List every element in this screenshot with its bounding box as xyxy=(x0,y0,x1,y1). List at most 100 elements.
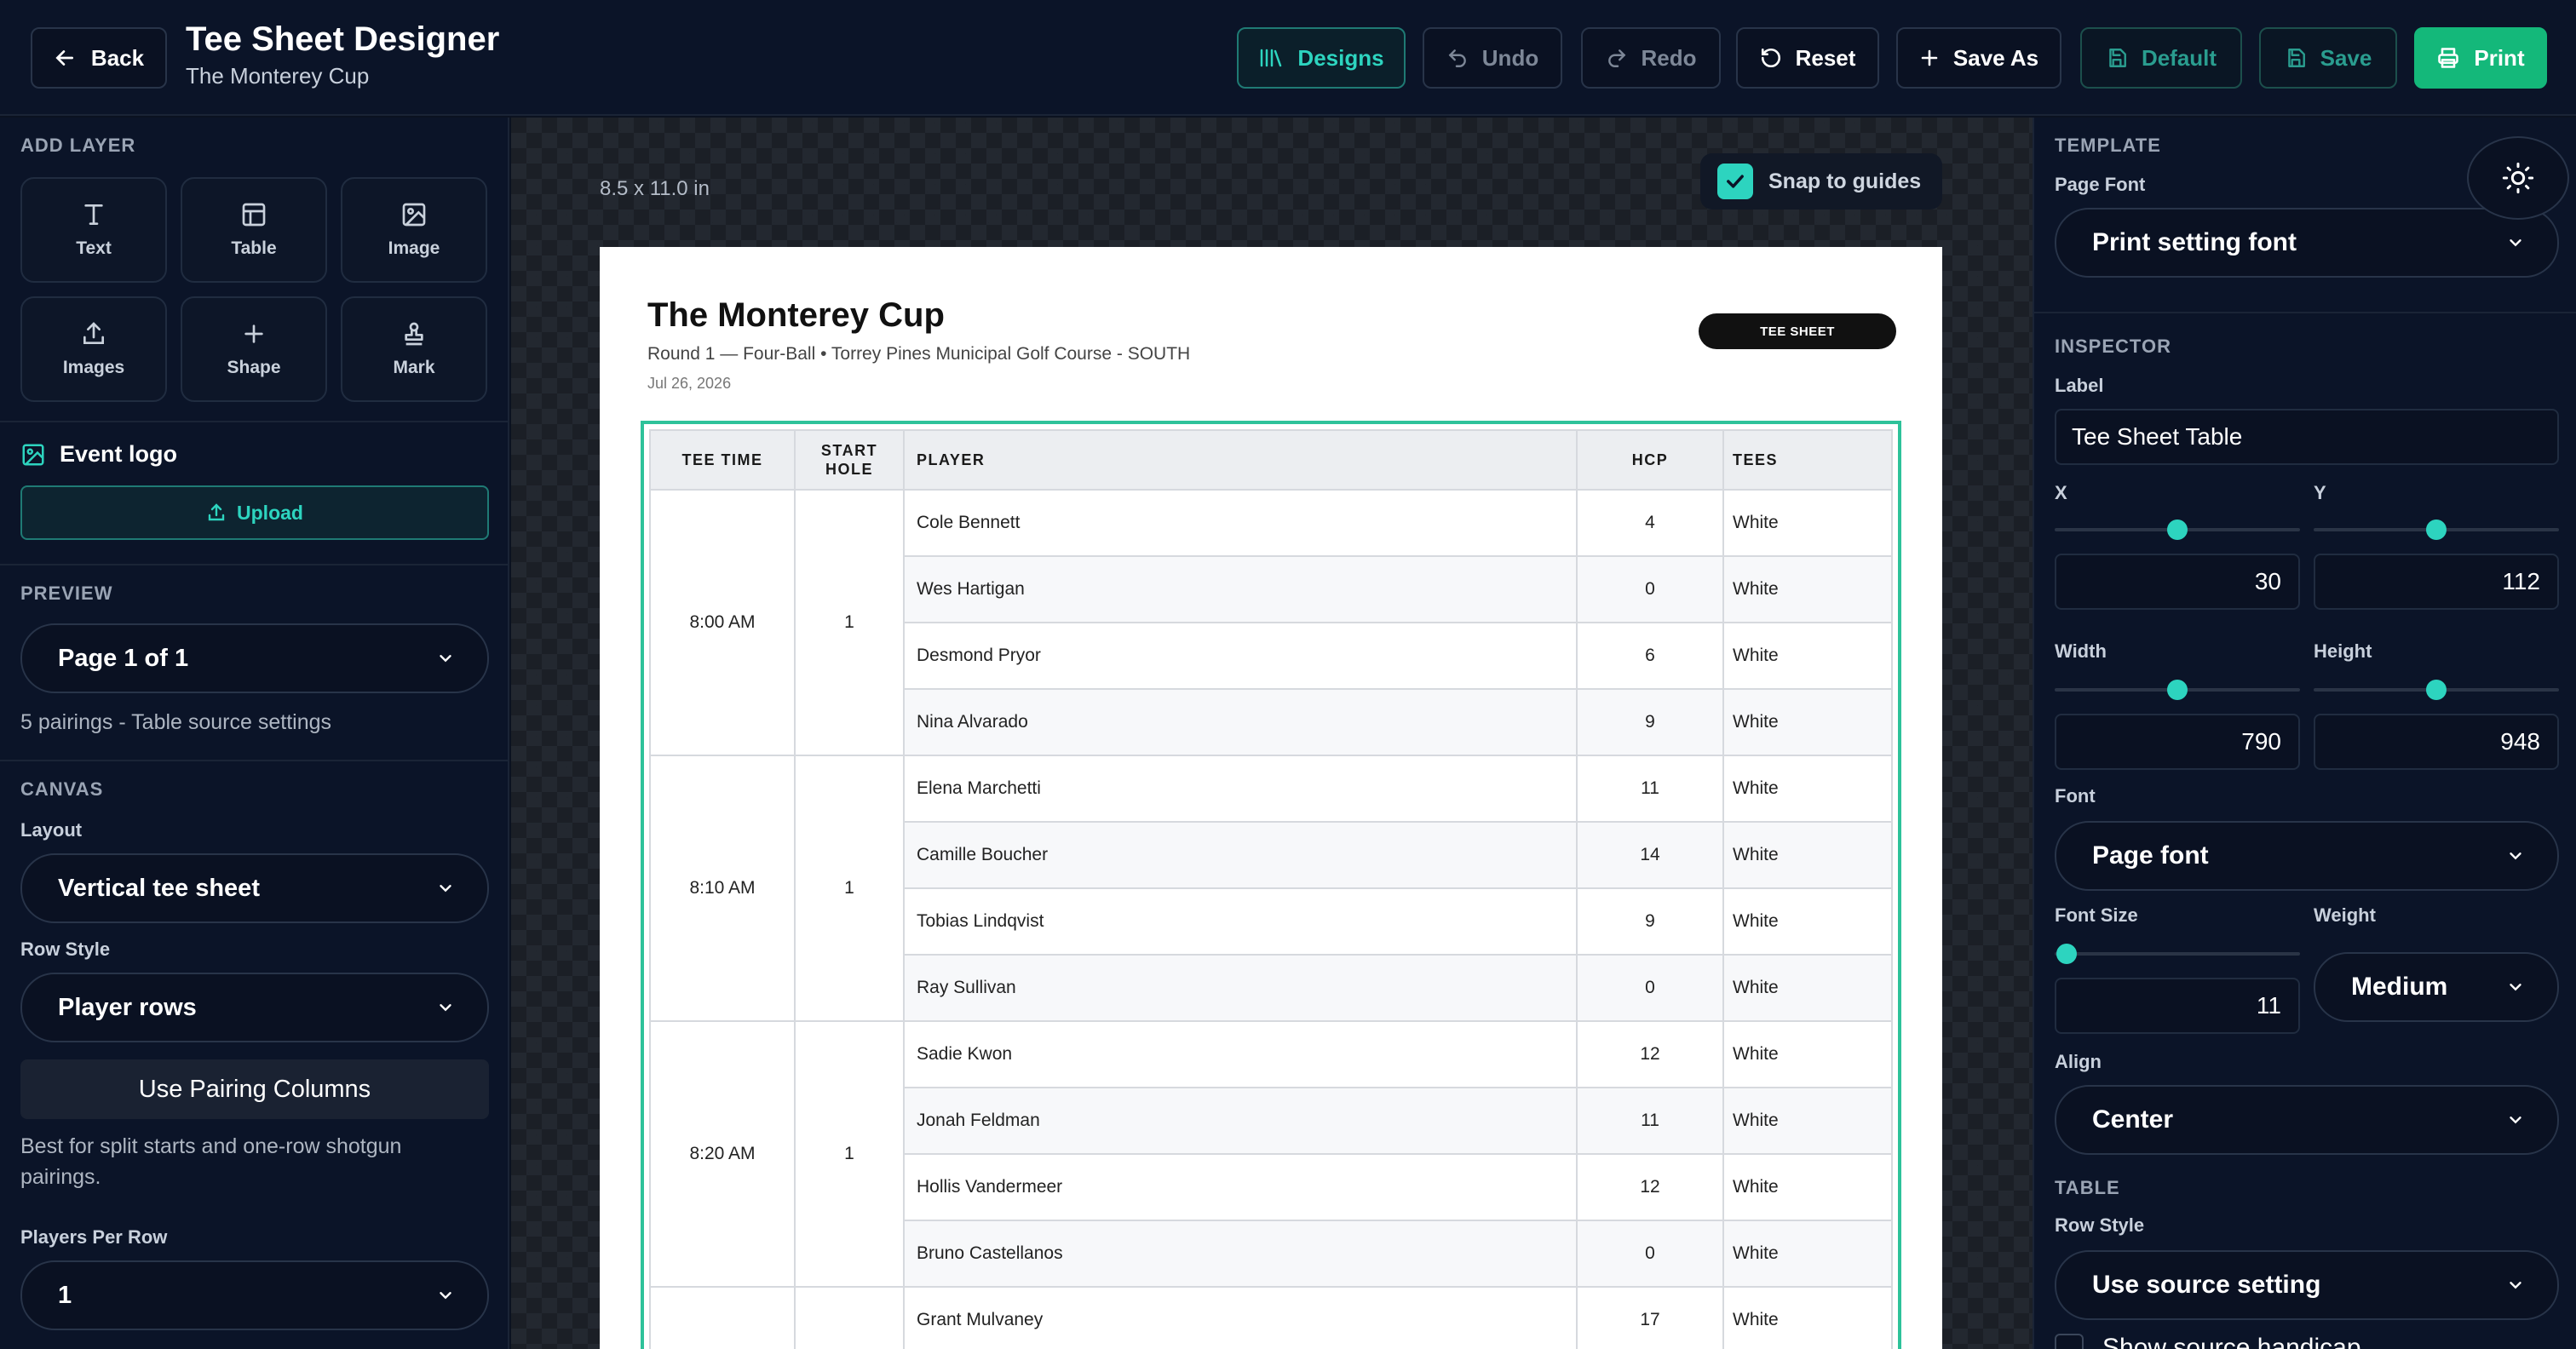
width-input[interactable]: 790 xyxy=(2055,714,2300,770)
hcp-cell: 11 xyxy=(1576,755,1724,823)
slider-thumb[interactable] xyxy=(2426,520,2447,540)
back-label: Back xyxy=(90,44,145,71)
back-button[interactable]: Back xyxy=(31,27,167,89)
upload-button[interactable]: Upload xyxy=(20,485,489,540)
show-source-handicap-toggle[interactable]: Show source handicap xyxy=(2055,1334,2361,1349)
slider-thumb[interactable] xyxy=(2426,680,2447,700)
design-canvas[interactable]: 8.5 x 11.0 in Snap to guides The Montere… xyxy=(511,118,2033,1349)
height-slider[interactable] xyxy=(2314,680,2559,700)
reset-label: Reset xyxy=(1795,44,1856,71)
app-title: Tee Sheet Designer xyxy=(186,20,500,58)
row-style-select[interactable]: Player rows xyxy=(20,973,489,1042)
table-row-style-select[interactable]: Use source setting xyxy=(2055,1250,2559,1320)
font-size-input[interactable]: 11 xyxy=(2055,978,2300,1034)
preview-helper-text: 5 pairings - Table source settings xyxy=(20,710,332,734)
tee-sheet-table-selected[interactable]: TEE TIME START HOLE PLAYER HCP TEES 8:00… xyxy=(641,421,1901,1349)
player-cell: Hollis Vandermeer xyxy=(903,1153,1578,1221)
snap-to-guides-toggle[interactable]: Snap to guides xyxy=(1700,153,1942,210)
tool-label: Table xyxy=(231,238,277,258)
table-row: 8:20 AM 1 Sadie Kwon 12 White xyxy=(649,1020,1893,1288)
theme-toggle-button[interactable] xyxy=(2467,136,2569,220)
redo-button[interactable]: Redo xyxy=(1581,27,1721,89)
hcp-cell: 17 xyxy=(1576,1286,1724,1349)
start-hole-cell: 1 xyxy=(794,1020,905,1288)
page-preview[interactable]: The Monterey Cup Round 1 — Four-Ball • T… xyxy=(600,247,1942,1349)
divider xyxy=(0,421,509,422)
hcp-cell: 0 xyxy=(1576,555,1724,623)
table-row: Grant Mulvaney 17 White xyxy=(649,1286,1893,1349)
redo-icon xyxy=(1606,47,1628,69)
add-mark-tool[interactable]: Mark xyxy=(341,296,487,402)
weight-value: Medium xyxy=(2351,973,2448,1001)
redo-label: Redo xyxy=(1641,44,1697,71)
font-select[interactable]: Page font xyxy=(2055,821,2559,891)
floppy-icon xyxy=(2285,47,2307,69)
checkbox-unchecked-icon[interactable] xyxy=(2055,1334,2084,1349)
add-images-tool[interactable]: Images xyxy=(20,296,167,402)
add-text-tool[interactable]: Text xyxy=(20,177,167,283)
undo-button[interactable]: Undo xyxy=(1423,27,1562,89)
column-header: START HOLE xyxy=(794,429,905,491)
save-as-label: Save As xyxy=(1952,44,2039,71)
align-label: Align xyxy=(2055,1051,2102,1072)
height-input[interactable]: 948 xyxy=(2314,714,2559,770)
player-cell: Bruno Castellanos xyxy=(903,1220,1578,1288)
save-button[interactable]: Save xyxy=(2259,27,2397,89)
layout-select[interactable]: Vertical tee sheet xyxy=(20,853,489,923)
width-slider[interactable] xyxy=(2055,680,2300,700)
add-table-tool[interactable]: Table xyxy=(181,177,327,283)
y-input[interactable]: 112 xyxy=(2314,554,2559,610)
font-size-slider[interactable] xyxy=(2055,944,2300,964)
chevron-down-icon xyxy=(2506,1111,2525,1129)
player-cell: Jonah Feldman xyxy=(903,1087,1578,1155)
row-style-value: Player rows xyxy=(58,993,197,1021)
document-date[interactable]: Jul 26, 2026 xyxy=(647,375,731,393)
arrow-left-icon xyxy=(54,47,76,69)
y-slider[interactable] xyxy=(2314,520,2559,540)
player-cell: Camille Boucher xyxy=(903,821,1578,889)
save-as-button[interactable]: Save As xyxy=(1896,27,2061,89)
align-value: Center xyxy=(2092,1105,2174,1134)
print-button[interactable]: Print xyxy=(2414,27,2547,89)
show-source-handicap-label: Show source handicap xyxy=(2102,1334,2361,1349)
event-logo-heading: Event logo xyxy=(20,441,177,468)
chevron-down-icon xyxy=(436,998,455,1017)
weight-select[interactable]: Medium xyxy=(2314,952,2559,1022)
tee-time-cell xyxy=(649,1286,796,1349)
x-input[interactable]: 30 xyxy=(2055,554,2300,610)
slider-thumb[interactable] xyxy=(2056,944,2078,964)
plus-icon xyxy=(240,320,267,347)
align-select[interactable]: Center xyxy=(2055,1085,2559,1155)
tee-sheet-badge[interactable]: TEE SHEET xyxy=(1699,313,1896,349)
preview-page-select[interactable]: Page 1 of 1 xyxy=(20,623,489,693)
player-cell: Tobias Lindqvist xyxy=(903,887,1578,956)
reset-button[interactable]: Reset xyxy=(1736,27,1879,89)
add-image-tool[interactable]: Image xyxy=(341,177,487,283)
players-per-row-select[interactable]: 1 xyxy=(20,1260,489,1330)
x-slider[interactable] xyxy=(2055,520,2300,540)
page-font-select[interactable]: Print setting font xyxy=(2055,208,2559,278)
preview-page-value: Page 1 of 1 xyxy=(58,644,189,672)
table-heading: TABLE xyxy=(2055,1177,2120,1198)
players-per-row-label: Players Per Row xyxy=(20,1226,168,1248)
default-button[interactable]: Default xyxy=(2080,27,2242,89)
hcp-cell: 6 xyxy=(1576,622,1724,690)
table-header-row: TEE TIME START HOLE PLAYER HCP TEES xyxy=(649,429,1893,491)
printer-icon xyxy=(2436,46,2460,70)
column-header: TEES xyxy=(1722,429,1893,491)
slider-thumb[interactable] xyxy=(2167,520,2188,540)
use-pairing-columns-button[interactable]: Use Pairing Columns xyxy=(20,1059,489,1119)
add-layer-heading: ADD LAYER xyxy=(20,135,136,156)
designs-button[interactable]: Designs xyxy=(1237,27,1406,89)
divider xyxy=(0,760,509,761)
checkbox-checked-icon[interactable] xyxy=(1717,164,1753,199)
tee-sheet-table[interactable]: TEE TIME START HOLE PLAYER HCP TEES 8:00… xyxy=(649,429,1893,1349)
tool-label: Image xyxy=(388,238,440,258)
tees-cell: White xyxy=(1722,954,1893,1022)
slider-thumb[interactable] xyxy=(2167,680,2188,700)
document-title[interactable]: The Monterey Cup xyxy=(647,296,945,335)
player-cell: Elena Marchetti xyxy=(903,755,1578,823)
add-shape-tool[interactable]: Shape xyxy=(181,296,327,402)
document-subtitle[interactable]: Round 1 — Four-Ball • Torrey Pines Munic… xyxy=(647,344,1190,365)
label-input[interactable]: Tee Sheet Table xyxy=(2055,409,2559,465)
